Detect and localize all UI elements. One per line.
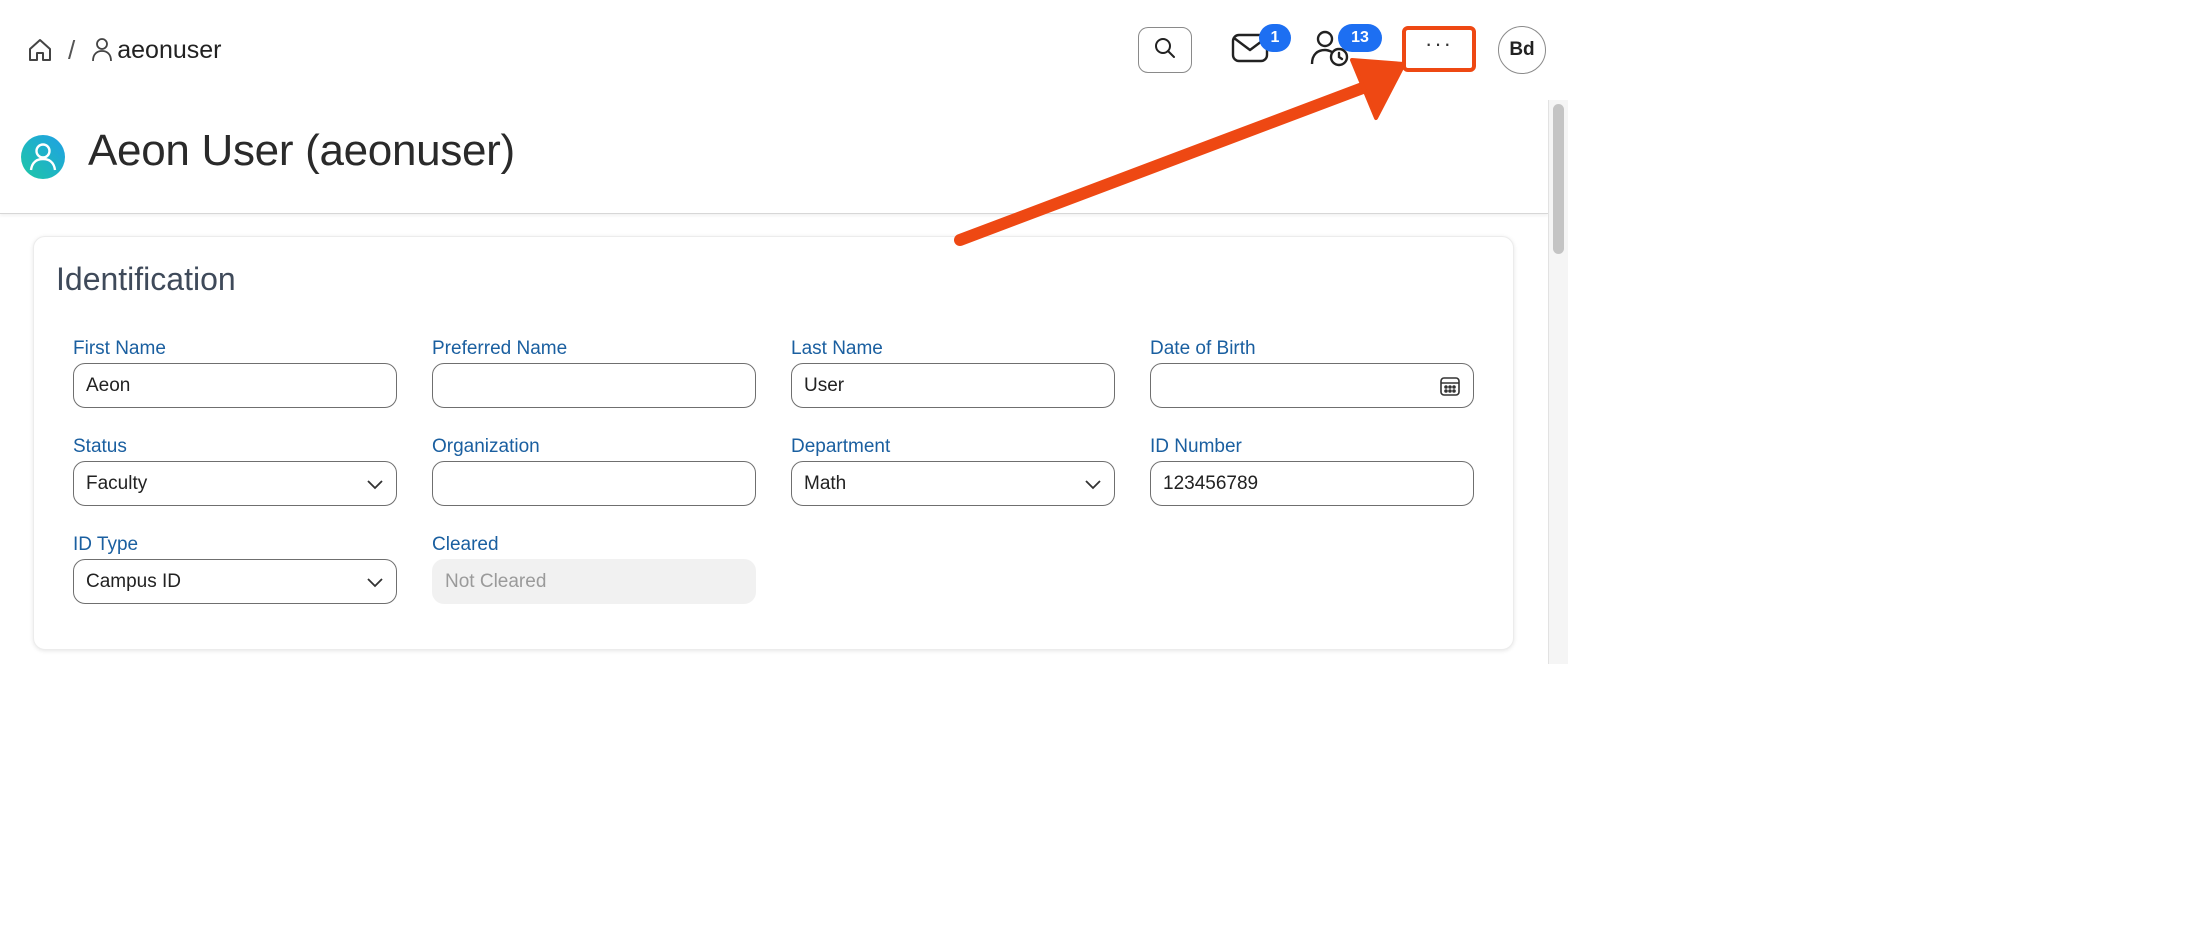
cleared-field: Cleared Not Cleared — [432, 533, 756, 604]
breadcrumb-separator: / — [68, 34, 76, 65]
department-field: Department Math — [791, 435, 1115, 506]
field-label: Organization — [432, 436, 540, 457]
identification-card: Identification First Name Aeon Preferred… — [33, 236, 1514, 650]
organization-field: Organization — [432, 435, 756, 506]
page-title: Aeon User (aeonuser) — [88, 126, 515, 175]
pending-users-count-badge: 13 — [1338, 24, 1382, 52]
id-type-field: ID Type Campus ID — [73, 533, 397, 604]
section-title: Identification — [56, 261, 236, 297]
field-label: Department — [791, 436, 891, 457]
home-icon[interactable] — [26, 36, 54, 64]
breadcrumb: / aeonuser — [26, 30, 221, 70]
date-of-birth-field: Date of Birth — [1150, 337, 1474, 408]
id-type-value: Campus ID — [86, 570, 182, 592]
chevron-down-icon — [366, 478, 384, 490]
status-field: Status Faculty — [73, 435, 397, 506]
field-label: Cleared — [432, 534, 499, 555]
field-label: Status — [73, 436, 127, 457]
chevron-down-icon — [1084, 478, 1102, 490]
page-header: Aeon User (aeonuser) — [0, 100, 1548, 214]
field-label: Preferred Name — [432, 338, 568, 359]
field-label: Last Name — [791, 338, 883, 359]
user-avatar[interactable]: Bd — [1498, 26, 1546, 74]
id-number-field: ID Number 123456789 — [1150, 435, 1474, 506]
field-label: ID Type — [73, 534, 139, 555]
scrollbar-thumb[interactable] — [1553, 104, 1564, 254]
id-type-select[interactable]: Campus ID — [73, 559, 397, 604]
field-label: ID Number — [1150, 436, 1242, 457]
status-value: Faculty — [86, 472, 148, 494]
field-label: Date of Birth — [1150, 338, 1256, 359]
breadcrumb-current[interactable]: aeonuser — [117, 36, 221, 65]
cleared-readonly-input: Not Cleared — [432, 559, 756, 604]
preferred-name-field: Preferred Name — [432, 337, 756, 408]
user-circle-icon — [20, 134, 66, 180]
chevron-down-icon — [366, 576, 384, 588]
messages-count-badge: 1 — [1259, 24, 1291, 52]
first-name-field: First Name Aeon — [73, 337, 397, 408]
department-value: Math — [804, 472, 847, 494]
organization-input[interactable] — [432, 461, 756, 506]
date-of-birth-input[interactable] — [1150, 363, 1474, 408]
id-number-input[interactable]: 123456789 — [1150, 461, 1474, 506]
more-options-button[interactable]: ··· — [1402, 26, 1476, 72]
last-name-input[interactable]: User — [791, 363, 1115, 408]
field-label: First Name — [73, 338, 166, 359]
preferred-name-input[interactable] — [432, 363, 756, 408]
top-bar: / aeonuser 1 13 ··· Bd — [0, 0, 1568, 100]
status-select[interactable]: Faculty — [73, 461, 397, 506]
calendar-icon[interactable] — [1439, 375, 1461, 397]
department-select[interactable]: Math — [791, 461, 1115, 506]
more-icon: ··· — [1425, 31, 1453, 56]
last-name-field: Last Name User — [791, 337, 1115, 408]
user-icon — [91, 36, 113, 64]
search-icon — [1154, 37, 1176, 64]
search-button[interactable] — [1138, 27, 1192, 73]
first-name-input[interactable]: Aeon — [73, 363, 397, 408]
